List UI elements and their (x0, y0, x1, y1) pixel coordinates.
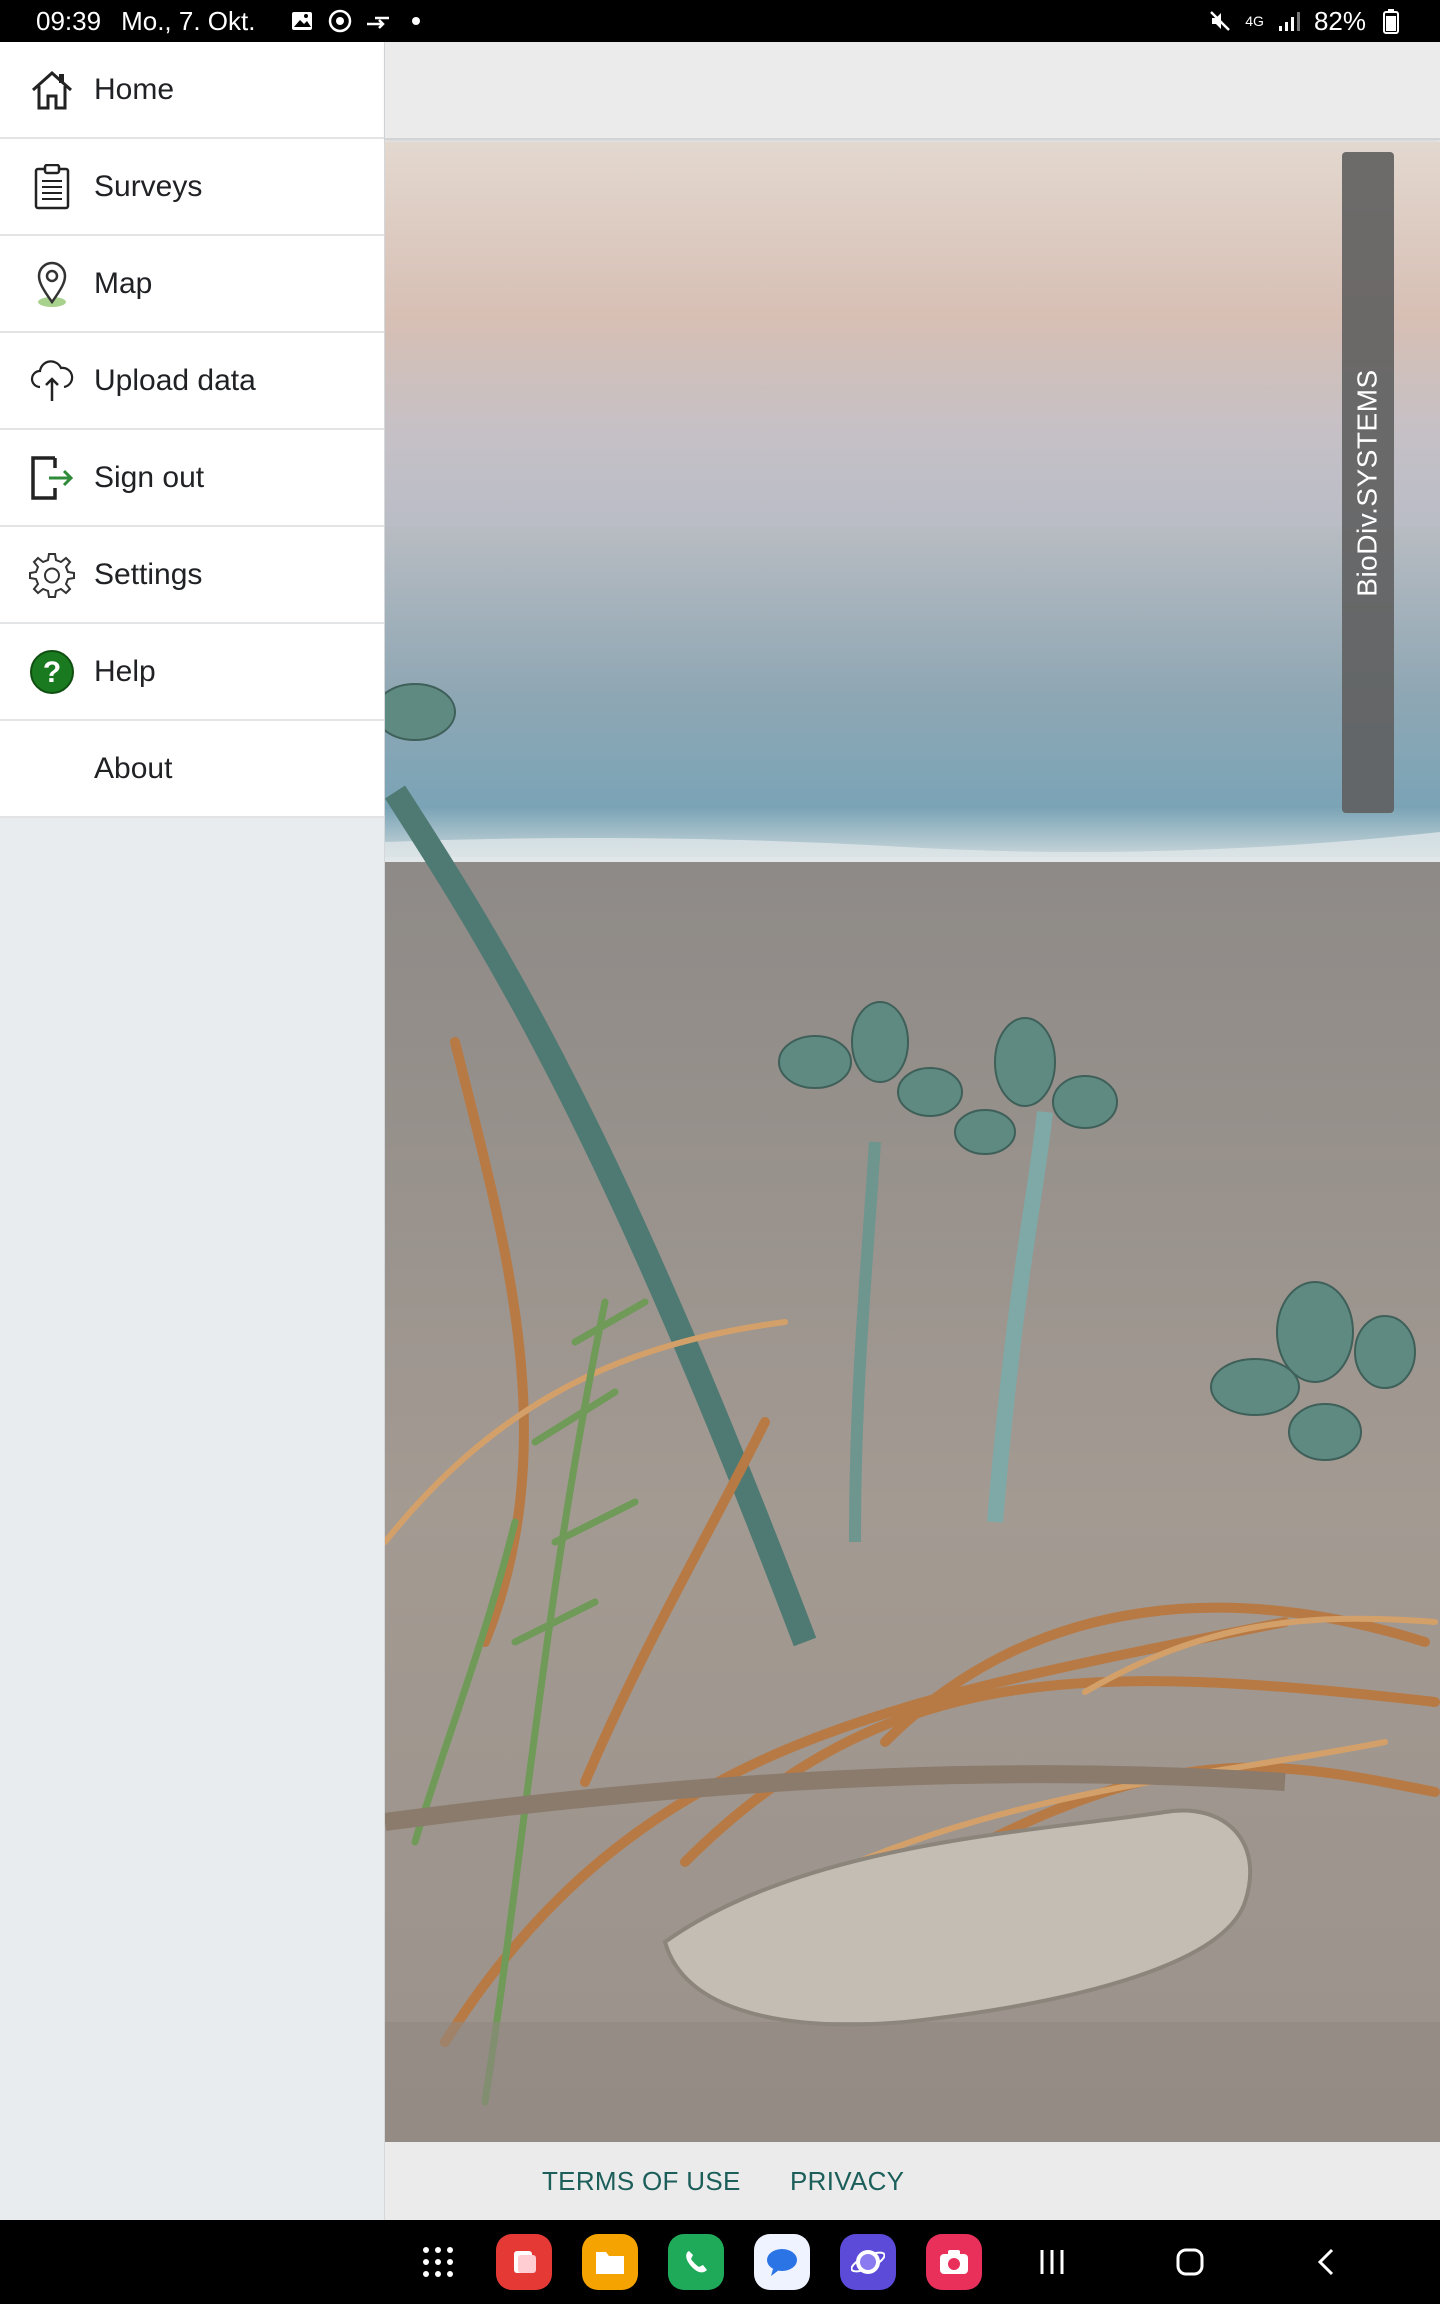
menu-label-home: Home (94, 72, 175, 106)
svg-text:?: ? (43, 656, 61, 689)
dot-icon (403, 8, 429, 34)
flip-icon[interactable] (496, 2234, 552, 2290)
image-icon (289, 8, 315, 34)
menu-label-help: Help (94, 654, 156, 688)
menu-item-sign-out[interactable]: Sign out (0, 430, 384, 527)
menu-label-map: Map (94, 266, 153, 300)
menu-item-upload-data[interactable]: Upload data (0, 333, 384, 430)
phone-icon[interactable] (668, 2234, 724, 2290)
menu-item-map[interactable]: Map (0, 236, 384, 333)
status-date: Mo., 7. Okt. (121, 5, 256, 36)
network-type: 4G (1245, 13, 1264, 29)
main-content: BioDiv.SYSTEMS TERMS OF USE PRIVACY (385, 42, 1440, 2220)
app-drawer-icon[interactable] (410, 2234, 466, 2290)
menu-label-upload-data: Upload data (94, 363, 256, 397)
app-dock (410, 2234, 982, 2290)
menu-label-about: About (94, 751, 173, 785)
status-time: 09:39 (36, 5, 102, 36)
beach-photo (385, 142, 1440, 2142)
privacy-link[interactable]: PRIVACY (790, 2166, 904, 2197)
battery-percent: 82% (1313, 5, 1366, 36)
help-icon: ? (28, 648, 76, 696)
menu-label-sign-out: Sign out (94, 460, 205, 494)
messages-icon[interactable] (754, 2234, 810, 2290)
files-icon[interactable] (582, 2234, 638, 2290)
navigation-drawer: Home Surveys Map Upload data Sign out Se… (0, 42, 385, 2220)
menu-item-help[interactable]: ? Help (0, 624, 384, 721)
arrows-icon (365, 8, 391, 34)
clipboard-icon (28, 163, 76, 211)
signal-icon (1276, 8, 1302, 34)
cloud-upload-icon (28, 357, 76, 405)
brand-label: BioDiv.SYSTEMS (1352, 368, 1384, 597)
menu-item-surveys[interactable]: Surveys (0, 139, 384, 236)
map-pin-icon (28, 260, 76, 308)
gear-icon (28, 551, 76, 599)
battery-icon (1378, 8, 1404, 34)
app-top-bar (385, 42, 1440, 140)
camera-icon[interactable] (926, 2234, 982, 2290)
menu-item-settings[interactable]: Settings (0, 527, 384, 624)
menu-item-about[interactable]: About (0, 721, 384, 818)
menu-label-settings: Settings (94, 557, 203, 591)
sign-out-icon (28, 454, 76, 502)
system-navigation-bar (0, 2220, 1440, 2304)
status-bar: 09:39 Mo., 7. Okt. 4G 82% (0, 0, 1440, 42)
home-button[interactable] (1168, 2240, 1212, 2284)
footer: TERMS OF USE PRIVACY (385, 2142, 1440, 2220)
mute-icon (1207, 8, 1233, 34)
recents-button[interactable] (1030, 2240, 1074, 2284)
back-button[interactable] (1304, 2240, 1348, 2284)
terms-of-use-link[interactable]: TERMS OF USE (542, 2166, 741, 2197)
brand-side-tab[interactable]: BioDiv.SYSTEMS (1342, 152, 1394, 813)
menu-item-home[interactable]: Home (0, 42, 384, 139)
home-icon (28, 66, 76, 114)
circle-download-icon (327, 8, 353, 34)
menu-label-surveys: Surveys (94, 169, 203, 203)
internet-icon[interactable] (840, 2234, 896, 2290)
